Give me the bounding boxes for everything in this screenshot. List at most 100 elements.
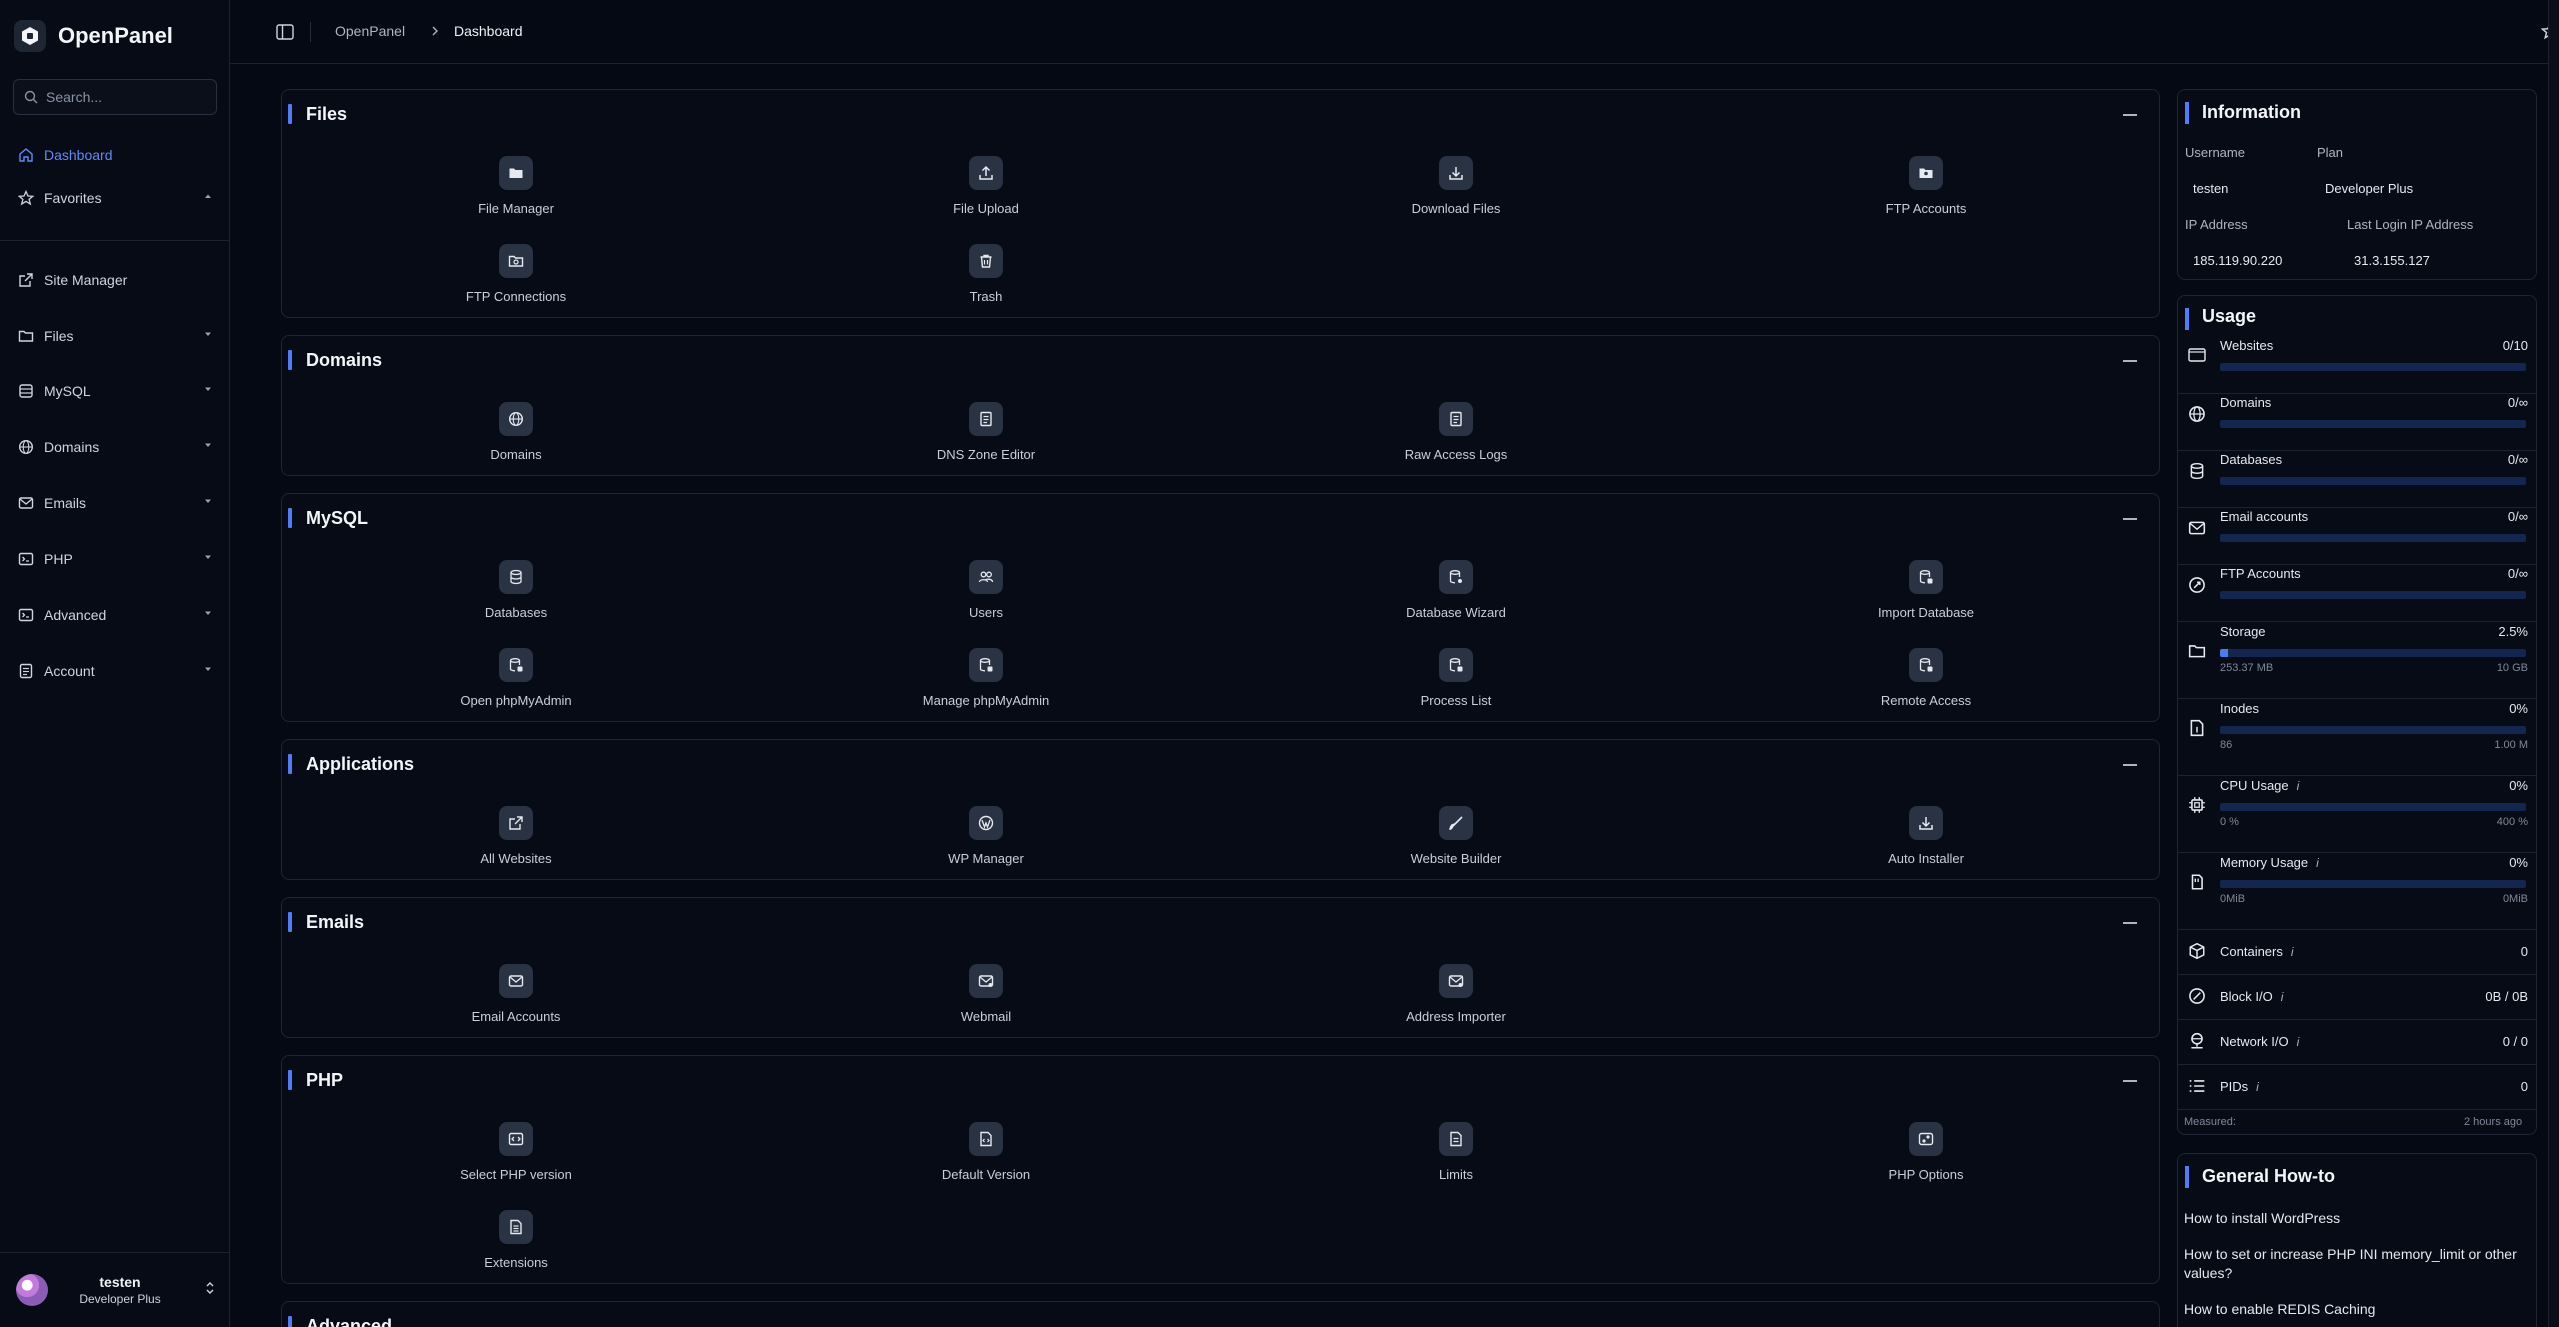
- sidebar-item-label: Account: [44, 663, 95, 679]
- usage-card: Usage Websites 0/10 Domains 0/∞ Database…: [2177, 295, 2537, 1135]
- sidebar-item-mysql[interactable]: MySQL: [18, 377, 214, 405]
- info-icon[interactable]: i: [2316, 856, 2319, 870]
- sidebar-item-files[interactable]: Files: [18, 322, 214, 350]
- usage-databases: Databases 0/∞: [2178, 450, 2536, 507]
- users-icon: [969, 560, 1003, 594]
- database-remote-icon: [1909, 648, 1943, 682]
- info-icon[interactable]: i: [2291, 945, 2294, 959]
- sidebar-item-label: Files: [44, 328, 74, 344]
- tile-select-php-version[interactable]: Select PHP version: [416, 1122, 616, 1192]
- tile-process-list[interactable]: Process List: [1356, 648, 1556, 718]
- tile-dns-zone-editor[interactable]: DNS Zone Editor: [886, 402, 1086, 472]
- usage-progress-bar: [2220, 726, 2526, 734]
- tile-remote-access[interactable]: Remote Access: [1826, 648, 2026, 718]
- globe-icon: [2188, 405, 2206, 423]
- usage-network-io: Network I/O i 0 / 0: [2178, 1019, 2536, 1064]
- sidebar-toggle-icon[interactable]: [276, 24, 294, 40]
- page-scrollbar[interactable]: [2548, 0, 2559, 1327]
- chevron-down-icon: [202, 663, 214, 675]
- tile-limits[interactable]: Limits: [1356, 1122, 1556, 1192]
- usage-progress-bar: [2220, 420, 2526, 428]
- usage-block-io: Block I/O i 0B / 0B: [2178, 974, 2536, 1019]
- tile-databases[interactable]: Databases: [416, 560, 616, 630]
- tile-website-builder[interactable]: Website Builder: [1356, 806, 1556, 876]
- usage-progress-bar: [2220, 477, 2526, 485]
- tile-webmail[interactable]: Webmail: [886, 964, 1086, 1034]
- tile-import-database[interactable]: Import Database: [1826, 560, 2026, 630]
- tile-trash[interactable]: Trash: [886, 244, 1086, 314]
- usage-containers: Containers i 0: [2178, 929, 2536, 974]
- tile-open-phpmyadmin[interactable]: Open phpMyAdmin: [416, 648, 616, 718]
- collapse-section-button[interactable]: [2123, 114, 2137, 116]
- sidebar-item-dashboard[interactable]: Dashboard: [18, 141, 214, 169]
- brand[interactable]: OpenPanel: [14, 20, 173, 52]
- ftp-icon: [2188, 576, 2206, 594]
- toolbar-divider: [310, 22, 311, 42]
- section-php: PHP Select PHP version Default Version L…: [281, 1055, 2160, 1284]
- tile-ftp-accounts[interactable]: FTP Accounts: [1826, 156, 2026, 226]
- info-icon[interactable]: i: [2281, 990, 2284, 1004]
- globe-icon: [18, 439, 34, 455]
- collapse-section-button[interactable]: [2123, 1080, 2137, 1082]
- measured-value: 2 hours ago: [2464, 1116, 2523, 1128]
- section-domains: Domains Domains DNS Zone Editor Raw Acce…: [281, 335, 2160, 476]
- id-card-icon: [18, 663, 34, 679]
- sidebar-item-account[interactable]: Account: [18, 657, 214, 685]
- collapse-section-button[interactable]: [2123, 518, 2137, 520]
- search-icon: [24, 90, 38, 104]
- usage-email-accounts: Email accounts 0/∞: [2178, 507, 2536, 564]
- ip-address-label: IP Address: [2185, 217, 2248, 232]
- collapse-section-button[interactable]: [2123, 764, 2137, 766]
- sidebar-item-site-manager[interactable]: Site Manager: [18, 266, 214, 294]
- tile-download-files[interactable]: Download Files: [1356, 156, 1556, 226]
- user-menu[interactable]: testen Developer Plus: [16, 1270, 216, 1310]
- mail-icon: [18, 495, 34, 511]
- tile-users[interactable]: Users: [886, 560, 1086, 630]
- collapse-section-button[interactable]: [2123, 360, 2137, 362]
- section-title: Applications: [306, 754, 415, 774]
- collapse-section-button[interactable]: [2123, 922, 2137, 924]
- chevron-right-icon: [430, 25, 440, 37]
- sidebar-item-label: MySQL: [44, 383, 91, 399]
- section-applications: Applications All Websites WP Manager Web…: [281, 739, 2160, 880]
- tile-wp-manager[interactable]: WP Manager: [886, 806, 1086, 876]
- tile-manage-phpmyadmin[interactable]: Manage phpMyAdmin: [886, 648, 1086, 718]
- howto-link[interactable]: How to set or increase PHP INI memory_li…: [2184, 1245, 2524, 1283]
- tile-domains[interactable]: Domains: [416, 402, 616, 472]
- sidebar-item-php[interactable]: PHP: [18, 545, 214, 573]
- usage-memory: Memory Usage i 0% 0MiB 0MiB: [2178, 852, 2536, 929]
- browser-icon: [2188, 347, 2206, 363]
- tile-file-upload[interactable]: File Upload: [886, 156, 1086, 226]
- tile-php-options[interactable]: PHP Options: [1826, 1122, 2026, 1192]
- trash-icon: [969, 244, 1003, 278]
- sidebar-item-domains[interactable]: Domains: [18, 433, 214, 461]
- info-icon[interactable]: i: [2256, 1080, 2259, 1094]
- howto-link[interactable]: How to install WordPress: [2184, 1209, 2524, 1228]
- tile-ftp-connections[interactable]: FTP Connections: [416, 244, 616, 314]
- tile-file-manager[interactable]: File Manager: [416, 156, 616, 226]
- tile-all-websites[interactable]: All Websites: [416, 806, 616, 876]
- sidebar-item-favorites[interactable]: Favorites: [18, 184, 214, 212]
- openpanel-logo-icon: [14, 20, 46, 52]
- tile-email-accounts[interactable]: Email Accounts: [416, 964, 616, 1034]
- search-input[interactable]: [46, 89, 206, 105]
- sidebar-item-emails[interactable]: Emails: [18, 489, 214, 517]
- tile-default-version[interactable]: Default Version: [886, 1122, 1086, 1192]
- tile-address-importer[interactable]: Address Importer: [1356, 964, 1556, 1034]
- sidebar-item-label: Emails: [44, 495, 87, 511]
- username-value: testen: [2193, 181, 2229, 196]
- search-box[interactable]: [13, 79, 217, 115]
- tile-auto-installer[interactable]: Auto Installer: [1826, 806, 2026, 876]
- measured-label: Measured:: [2184, 1116, 2236, 1128]
- info-icon[interactable]: i: [2297, 1035, 2300, 1049]
- sidebar-divider: [0, 240, 230, 241]
- tile-database-wizard[interactable]: Database Wizard: [1356, 560, 1556, 630]
- tile-raw-access-logs[interactable]: Raw Access Logs: [1356, 402, 1556, 472]
- avatar: [16, 1274, 48, 1306]
- app-name: OpenPanel: [58, 23, 173, 48]
- sidebar-item-advanced[interactable]: Advanced: [18, 601, 214, 629]
- howto-link[interactable]: How to enable REDIS Caching: [2184, 1300, 2524, 1319]
- info-icon[interactable]: i: [2297, 779, 2300, 793]
- tile-extensions[interactable]: Extensions: [416, 1210, 616, 1280]
- breadcrumb-root[interactable]: OpenPanel: [335, 23, 405, 39]
